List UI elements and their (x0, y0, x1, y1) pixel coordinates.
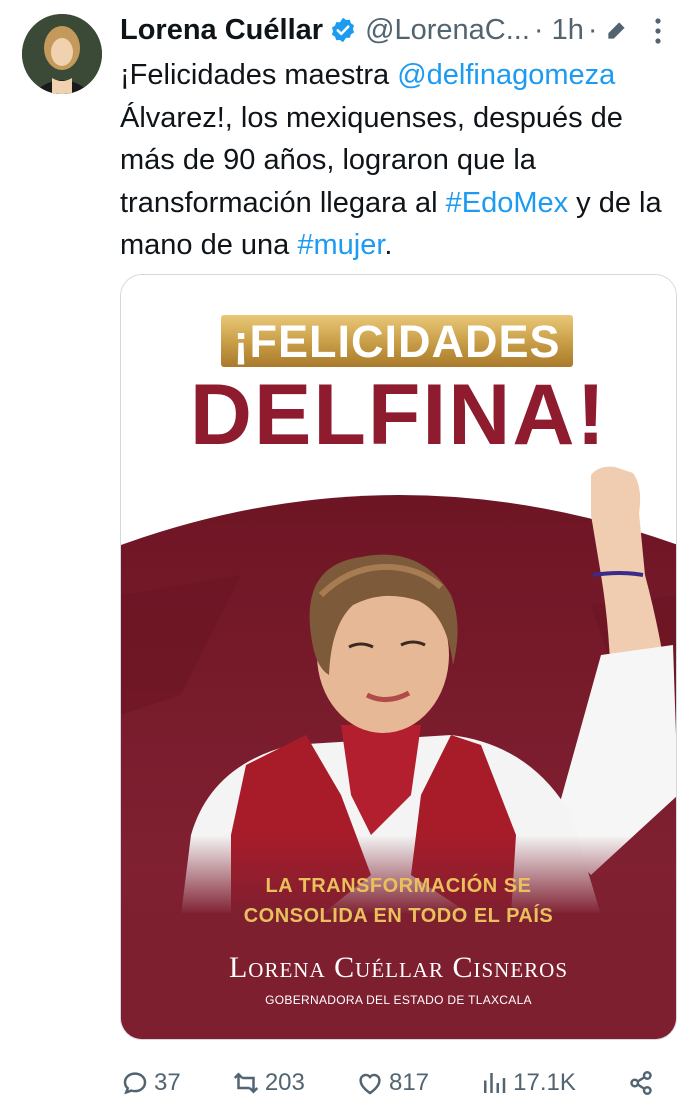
reply-button[interactable]: 37 (120, 1068, 181, 1098)
retweet-count: 203 (264, 1069, 305, 1096)
views-button[interactable]: 17.1K (479, 1068, 576, 1098)
timestamp[interactable]: 1h (552, 14, 584, 47)
headline-small: ¡FELICIDADES (233, 316, 561, 367)
share-button[interactable] (626, 1068, 660, 1098)
views-count: 17.1K (513, 1069, 576, 1096)
slogan: LA TRANSFORMACIÓN SE CONSOLIDA EN TODO E… (121, 871, 676, 931)
author-handle[interactable]: @LorenaC... (365, 14, 530, 47)
text-segment: . (384, 229, 393, 261)
avatar[interactable] (22, 14, 102, 94)
signer-name: Lorena Cuéllar Cisneros (228, 951, 568, 984)
slogan-line-2: CONSOLIDA EN TODO EL PAÍS (243, 905, 554, 927)
hashtag-link[interactable]: #EdoMex (446, 187, 569, 219)
text-segment: ¡Felicidades maestra (120, 59, 398, 91)
edit-icon[interactable] (604, 17, 630, 43)
more-icon[interactable] (646, 14, 670, 48)
separator: · (533, 13, 544, 46)
reply-icon (123, 1072, 147, 1095)
tweet-header: Lorena Cuéllar @LorenaC... · 1h · (120, 10, 670, 50)
slogan-line-1: LA TRANSFORMACIÓN SE (265, 875, 532, 897)
share-icon (630, 1071, 652, 1095)
headline-big: DELFINA! (189, 367, 608, 463)
author-name[interactable]: Lorena Cuéllar (120, 14, 323, 47)
tweet[interactable]: Lorena Cuéllar @LorenaC... · 1h · ¡Felic… (0, 0, 700, 1120)
hashtag-link[interactable]: #mujer (297, 229, 384, 261)
reply-count: 37 (154, 1069, 181, 1096)
retweet-icon (233, 1072, 258, 1094)
like-icon (359, 1073, 381, 1095)
views-icon (484, 1073, 506, 1093)
like-button[interactable]: 817 (355, 1068, 429, 1098)
like-count: 817 (388, 1069, 430, 1096)
mention-link[interactable]: @delfinagomeza (397, 59, 615, 91)
retweet-button[interactable]: 203 (231, 1068, 305, 1098)
signer-title: GOBERNADORA DEL ESTADO DE TLAXCALA (265, 993, 532, 1007)
tweet-media-image[interactable]: ¡FELICIDADES DELFINA! LA TRANSFORMACIÓN … (120, 274, 677, 1040)
tweet-text: ¡Felicidades maestra @delfinagomeza Álva… (120, 54, 685, 267)
separator: · (587, 13, 598, 46)
action-bar: 37 203 817 17.1K (120, 1058, 660, 1108)
verified-badge-icon (331, 17, 355, 43)
